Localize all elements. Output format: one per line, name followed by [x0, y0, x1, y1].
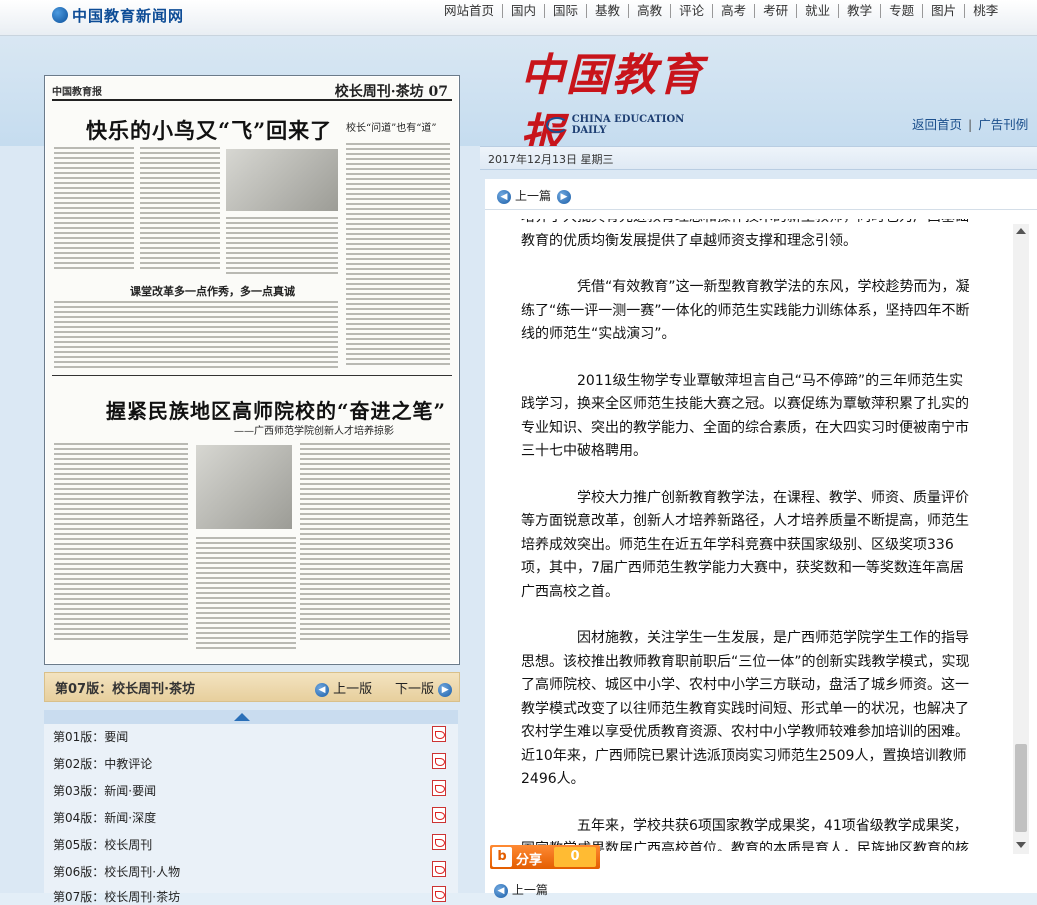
share-button[interactable]: b 分享 0: [490, 845, 600, 869]
scroll-down-icon[interactable]: [1016, 842, 1026, 848]
masthead-en-row: CHINA EDUCATION DAILY: [546, 114, 720, 136]
text-column: [54, 147, 134, 272]
text-column: [226, 217, 338, 277]
text-column: [54, 443, 188, 643]
site-logo-text: 中国教育新闻网: [72, 6, 185, 25]
article-paragraph: 因材施教，关注学生一生发展，是广西师范学院学生工作的指导思想。该校推出教师教育职…: [521, 630, 970, 787]
ads-link[interactable]: 广告刊例: [978, 117, 1028, 132]
prev-page-button[interactable]: ◀ 上一版: [315, 678, 372, 697]
pdf-icon[interactable]: [432, 861, 446, 877]
arrow-right-icon: ▶: [438, 682, 453, 697]
page-header: 中国教育报 校长周刊·茶坊 07: [52, 81, 452, 101]
text-column: [140, 147, 220, 272]
arrow-left-icon: ◀: [315, 682, 329, 697]
issue-date: 2017年12月13日 星期三: [488, 153, 614, 166]
page-list-item-05[interactable]: 第05版：校长周刊: [53, 836, 152, 853]
share-count: 0: [554, 847, 596, 867]
nav-item-kaoyan[interactable]: 考研: [755, 4, 798, 18]
page-headline-side[interactable]: 校长“问道”也有“道”: [346, 119, 436, 134]
pdf-icon[interactable]: [432, 753, 446, 769]
pdf-icon[interactable]: [432, 726, 446, 742]
page-list: 第01版：要闻 第02版：中教评论 第03版：新闻·要闻 第04版：新闻·深度 …: [44, 724, 458, 904]
main-nav: 网站首页 国内 国际 基教 高教 评论 高考 考研 就业 教学 专题 图片 桃李: [436, 4, 1006, 18]
nav-item-basic-edu[interactable]: 基教: [587, 4, 630, 18]
article-paragraph: 学校大力推广创新教育教学法，在课程、教学、师资、质量评价等方面锐意改革，创新人才…: [521, 489, 969, 600]
pdf-icon[interactable]: [432, 834, 446, 850]
header-links: 返回首页 | 广告刊例: [912, 114, 1028, 133]
bottom-prev-label: 上一篇: [511, 883, 548, 897]
text-column: [300, 443, 450, 643]
page-list-item-03[interactable]: 第03版：新闻·要闻: [53, 782, 156, 799]
pdf-icon[interactable]: [432, 780, 446, 796]
pdf-icon[interactable]: [432, 886, 446, 902]
nav-item-jobs[interactable]: 就业: [797, 4, 840, 18]
page-navigation: 第07版：校长周刊·茶坊 ◀ 上一版 下一版 ▶: [44, 672, 460, 702]
prev-article-button[interactable]: ◀ 上一篇 ▶: [497, 187, 575, 204]
article-paragraph: 凭借“有效教育”这一新型教育教学法的东风，学校趁势而为，凝练了“练一评一测一赛”…: [521, 279, 970, 342]
caret-up-icon: [234, 713, 250, 721]
page-list-item-06[interactable]: 第06版：校长周刊·人物: [53, 863, 180, 880]
page-list-item-07[interactable]: 第07版：校长周刊·茶坊: [53, 888, 180, 905]
page-header-logo: 中国教育报: [52, 87, 102, 98]
scroll-thumb[interactable]: [1015, 744, 1027, 832]
page-photo-2: [196, 445, 292, 529]
current-page-label: 第07版：校长周刊·茶坊: [55, 682, 196, 697]
date-bar: 2017年12月13日 星期三: [480, 146, 1037, 170]
arrow-left-icon: ◀: [494, 883, 508, 898]
scroll-up-icon[interactable]: [1016, 228, 1026, 234]
page-headline-1[interactable]: 快乐的小鸟又“飞”回来了: [86, 115, 332, 145]
pdf-icon[interactable]: [432, 807, 446, 823]
nav-item-taoli[interactable]: 桃李: [965, 4, 1006, 18]
home-link[interactable]: 返回首页: [912, 117, 962, 132]
newspaper-page: 中国教育报 校长周刊·茶坊 07 快乐的小鸟又“飞”回来了 校长“问道”也有“道…: [46, 77, 458, 663]
page-section-title: 校长周刊·茶坊 07: [334, 84, 448, 100]
page-subhead-1[interactable]: 课堂改革多一点作秀，多一点真诚: [130, 283, 295, 299]
page-headline-2-sub: ——广西师范学院创新人才培养掠影: [234, 426, 394, 437]
article-paragraph: 2011级生物学专业覃敏萍坦言自己“马不停蹄”的三年师范生实践学习，换来全区师范…: [521, 372, 969, 460]
nav-item-commentary[interactable]: 评论: [671, 4, 714, 18]
nav-item-teaching[interactable]: 教学: [839, 4, 882, 18]
arrow-right-icon[interactable]: ▶: [557, 189, 572, 204]
newspaper-masthead: 中国教育报 CHINA EDUCATION DAILY: [520, 46, 720, 161]
article-body: 培养了大批具有先进教育理念和操作技术的新型教师，同时也为广西基础教育的优质均衡发…: [485, 219, 1011, 851]
nav-item-international[interactable]: 国际: [545, 4, 588, 18]
text-column: [54, 301, 338, 371]
site-logo[interactable]: 中国教育新闻网: [52, 4, 184, 26]
page-photo-1: [226, 149, 338, 211]
next-page-label: 下一版: [395, 682, 435, 697]
page-list-item-04[interactable]: 第04版：新闻·深度: [53, 809, 156, 826]
bottom-prev-article[interactable]: ◀ 上一篇: [494, 881, 548, 898]
article-toolbar: ◀ 上一篇 ▶: [485, 179, 1037, 210]
nav-item-gaokao[interactable]: 高考: [713, 4, 756, 18]
nav-item-topics[interactable]: 专题: [881, 4, 924, 18]
page-divider: [52, 375, 452, 376]
arrow-left-icon: ◀: [497, 189, 511, 204]
top-nav-bar: 中国教育新闻网 网站首页 国内 国际 基教 高教 评论 高考 考研 就业 教学 …: [0, 0, 1037, 36]
nav-item-pictures[interactable]: 图片: [923, 4, 966, 18]
masthead-en: CHINA EDUCATION DAILY: [571, 114, 685, 136]
page-headline-2[interactable]: 握紧民族地区高师院校的“奋进之笔”: [106, 395, 446, 424]
next-page-button[interactable]: 下一版 ▶: [395, 678, 453, 697]
nav-item-domestic[interactable]: 国内: [503, 4, 546, 18]
text-column: [196, 537, 296, 652]
text-column: [346, 143, 450, 368]
masthead-emblem-icon: [546, 117, 568, 133]
prev-article-label: 上一篇: [515, 189, 552, 203]
article-paragraph: 培养了大批具有先进教育理念和操作技术的新型教师，同时也为广西基础教育的优质均衡发…: [521, 219, 969, 249]
article-scrollbar[interactable]: [1013, 224, 1029, 854]
globe-logo-icon: [52, 7, 68, 23]
page-list-item-02[interactable]: 第02版：中教评论: [53, 755, 152, 772]
article-panel: ◀ 上一篇 ▶ 培养了大批具有先进教育理念和操作技术的新型教师，同时也为广西基础教育…: [485, 179, 1037, 893]
newspaper-page-image[interactable]: 中国教育报 校长周刊·茶坊 07 快乐的小鸟又“飞”回来了 校长“问道”也有“道…: [44, 75, 460, 665]
nav-item-home[interactable]: 网站首页: [436, 4, 504, 18]
share-logo-icon: b: [492, 847, 512, 867]
page-list-collapse[interactable]: [44, 710, 458, 724]
page-list-item-01[interactable]: 第01版：要闻: [53, 728, 128, 745]
nav-item-higher-edu[interactable]: 高教: [629, 4, 672, 18]
link-separator: |: [968, 117, 973, 132]
prev-page-label: 上一版: [333, 682, 373, 697]
share-label: 分享: [516, 853, 543, 868]
